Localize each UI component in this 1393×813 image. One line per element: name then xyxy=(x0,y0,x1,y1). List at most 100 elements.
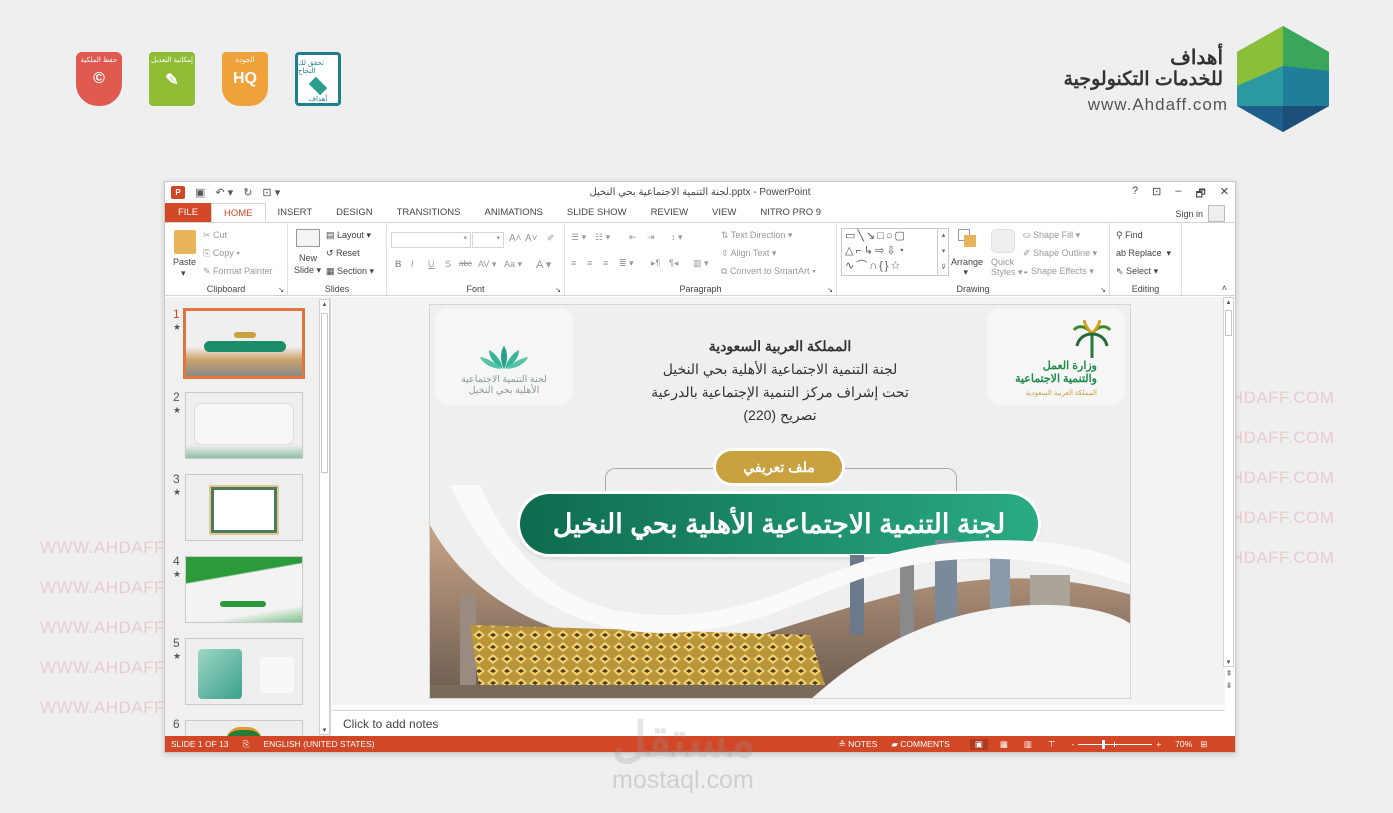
find-button[interactable]: ⚲ Find xyxy=(1116,230,1143,241)
underline-button[interactable]: U xyxy=(428,259,435,269)
shape-fill-button[interactable]: ⛀ Shape Fill ▾ xyxy=(1023,230,1080,241)
section-button[interactable]: ▦ Section ▾ xyxy=(326,266,374,277)
layout-button[interactable]: ▤ Layout ▾ xyxy=(326,230,371,241)
next-slide-icon[interactable]: ⇟ xyxy=(1226,681,1233,690)
zoom-slider[interactable] xyxy=(1078,739,1153,749)
dialog-launcher-icon[interactable]: ↘ xyxy=(827,286,833,294)
dialog-launcher-icon[interactable]: ↘ xyxy=(1100,286,1106,294)
reset-button[interactable]: ↺ Reset xyxy=(326,248,360,259)
restore-icon[interactable]: 🗗 xyxy=(1195,185,1205,204)
decrease-indent-icon[interactable]: ⇤ xyxy=(629,232,637,243)
new-slide-dropdown[interactable]: Slide ▾ xyxy=(294,265,321,276)
paste-dropdown-icon[interactable]: ▾ xyxy=(181,268,186,279)
slide-sorter-icon[interactable]: ▦ xyxy=(1000,739,1008,750)
slide-thumbnail-3[interactable] xyxy=(185,474,303,541)
notes-toggle[interactable]: ≙ NOTES xyxy=(839,739,878,750)
dialog-launcher-icon[interactable]: ↘ xyxy=(555,286,561,294)
smartart-button[interactable]: ⧉ Convert to SmartArt ▾ xyxy=(721,266,816,277)
zoom-in-button[interactable]: + xyxy=(1156,739,1161,749)
notes-placeholder[interactable]: Click to add notes xyxy=(343,717,438,731)
sign-in-label[interactable]: Sign in xyxy=(1175,209,1203,219)
slide-1[interactable]: لجنة التنمية الاجتماعية الأهلية بحي النخي… xyxy=(429,304,1131,699)
shape-outline-button[interactable]: ✐ Shape Outline ▾ xyxy=(1023,248,1097,259)
help-icon[interactable]: ? xyxy=(1132,185,1138,204)
avatar[interactable] xyxy=(1208,205,1225,222)
rtl-icon[interactable]: ¶◂ xyxy=(669,258,678,269)
zoom-slider-thumb[interactable] xyxy=(1101,739,1105,749)
normal-view-icon[interactable]: ▣ xyxy=(969,738,988,750)
shape-effects-button[interactable]: ◒ Shape Effects ▾ xyxy=(1023,266,1094,277)
previous-slide-icon[interactable]: ⇞ xyxy=(1226,669,1233,678)
align-left-icon[interactable]: ≡ xyxy=(571,258,576,268)
tab-insert[interactable]: INSERT xyxy=(266,203,325,222)
character-spacing-button[interactable]: AV ▾ xyxy=(478,259,496,270)
font-size-select[interactable]: ▾ xyxy=(472,232,504,248)
reading-view-icon[interactable]: ▥ xyxy=(1024,739,1032,750)
copy-button[interactable]: ⎘ Copy ▾ xyxy=(203,248,240,259)
tab-nitro-pro[interactable]: NITRO PRO 9 xyxy=(748,203,833,222)
slide-thumbnail-6[interactable] xyxy=(185,720,303,741)
tab-view[interactable]: VIEW xyxy=(700,203,748,222)
numbering-icon[interactable]: ☷ ▾ xyxy=(595,232,610,243)
text-direction-button[interactable]: ⇅ Text Direction ▾ xyxy=(721,230,792,241)
gallery-scroll[interactable]: ▴ ▾ ⊽ xyxy=(937,228,949,276)
fit-slide-icon[interactable]: ⊞ xyxy=(1200,739,1207,750)
shadow-button[interactable]: S xyxy=(445,259,451,269)
close-icon[interactable]: ✕ xyxy=(1220,185,1229,204)
minimize-icon[interactable]: – xyxy=(1175,185,1181,204)
columns-icon[interactable]: ▥ ▾ xyxy=(693,258,709,269)
arrange-button[interactable]: Arrange ▾ xyxy=(951,257,983,278)
font-color-button[interactable]: A ▾ xyxy=(536,258,551,271)
tab-animations[interactable]: ANIMATIONS xyxy=(472,203,554,222)
tab-review[interactable]: REVIEW xyxy=(639,203,700,222)
slide-thumbnail-2[interactable] xyxy=(185,392,303,459)
font-name-select[interactable]: ▾ xyxy=(391,232,471,248)
align-center-icon[interactable]: ≡ xyxy=(587,258,592,268)
replace-button[interactable]: ab Replace ▾ xyxy=(1116,248,1171,259)
sign-in[interactable]: Sign in xyxy=(1175,205,1225,222)
line-spacing-icon[interactable]: ↕ ▾ xyxy=(671,232,683,243)
shapes-gallery[interactable]: ▭╲↘□○▢ △⌐↳⇨⇩◔ ∿⌒∩{}☆ xyxy=(841,228,949,276)
dialog-launcher-icon[interactable]: ↘ xyxy=(278,286,284,294)
ribbon-display-icon[interactable]: ⊡ xyxy=(1152,185,1161,204)
comments-toggle[interactable]: ▰ COMMENTS xyxy=(891,739,950,750)
increase-font-icon[interactable]: A˄ xyxy=(509,233,522,244)
scroll-thumb[interactable] xyxy=(321,313,328,473)
clear-formatting-icon[interactable]: ✐ xyxy=(547,233,555,244)
scroll-up-icon[interactable]: ▴ xyxy=(1224,298,1233,306)
align-text-button[interactable]: ⇳ Align Text ▾ xyxy=(721,248,776,259)
slideshow-icon[interactable]: ⊤ xyxy=(1048,739,1055,750)
arrange-icon[interactable] xyxy=(958,229,980,251)
scroll-down-icon[interactable]: ▾ xyxy=(320,726,329,734)
italic-button[interactable]: I xyxy=(411,259,414,269)
strikethrough-button[interactable]: abc xyxy=(459,259,472,268)
language-indicator[interactable]: ENGLISH (UNITED STATES) xyxy=(263,739,374,749)
change-case-button[interactable]: Aa ▾ xyxy=(504,259,522,270)
new-slide-icon[interactable] xyxy=(296,229,320,247)
new-slide-button[interactable]: New xyxy=(299,253,317,263)
increase-indent-icon[interactable]: ⇥ xyxy=(647,232,655,243)
align-right-icon[interactable]: ≡ xyxy=(603,258,608,268)
tab-file[interactable]: FILE xyxy=(165,203,211,222)
collapse-ribbon-icon[interactable]: ˄ xyxy=(1222,283,1227,293)
quick-styles-icon[interactable] xyxy=(991,229,1015,253)
scroll-down-icon[interactable]: ▾ xyxy=(1224,658,1233,666)
scroll-up-icon[interactable]: ▴ xyxy=(320,300,329,308)
paste-icon[interactable] xyxy=(174,230,196,254)
slide-thumbnail-4[interactable] xyxy=(185,556,303,623)
thumbnails-scrollbar[interactable]: ▴ ▾ xyxy=(319,299,330,735)
zoom-out-button[interactable]: - xyxy=(1071,739,1074,749)
decrease-font-icon[interactable]: A˅ xyxy=(525,233,538,244)
tab-slide-show[interactable]: SLIDE SHOW xyxy=(555,203,639,222)
select-button[interactable]: ⇖ Select ▾ xyxy=(1116,266,1158,277)
tab-design[interactable]: DESIGN xyxy=(324,203,384,222)
format-painter-button[interactable]: ✎ Format Painter xyxy=(203,266,273,277)
tab-home[interactable]: HOME xyxy=(211,203,266,222)
notes-pane[interactable]: Click to add notes xyxy=(332,710,1225,737)
zoom-level[interactable]: 70% xyxy=(1175,739,1192,749)
paste-button[interactable]: Paste xyxy=(173,257,196,267)
ltr-icon[interactable]: ▸¶ xyxy=(651,258,660,269)
slide-thumbnail-1[interactable] xyxy=(183,308,305,379)
cut-button[interactable]: ✂ Cut xyxy=(203,230,227,241)
slide-thumbnail-5[interactable] xyxy=(185,638,303,705)
